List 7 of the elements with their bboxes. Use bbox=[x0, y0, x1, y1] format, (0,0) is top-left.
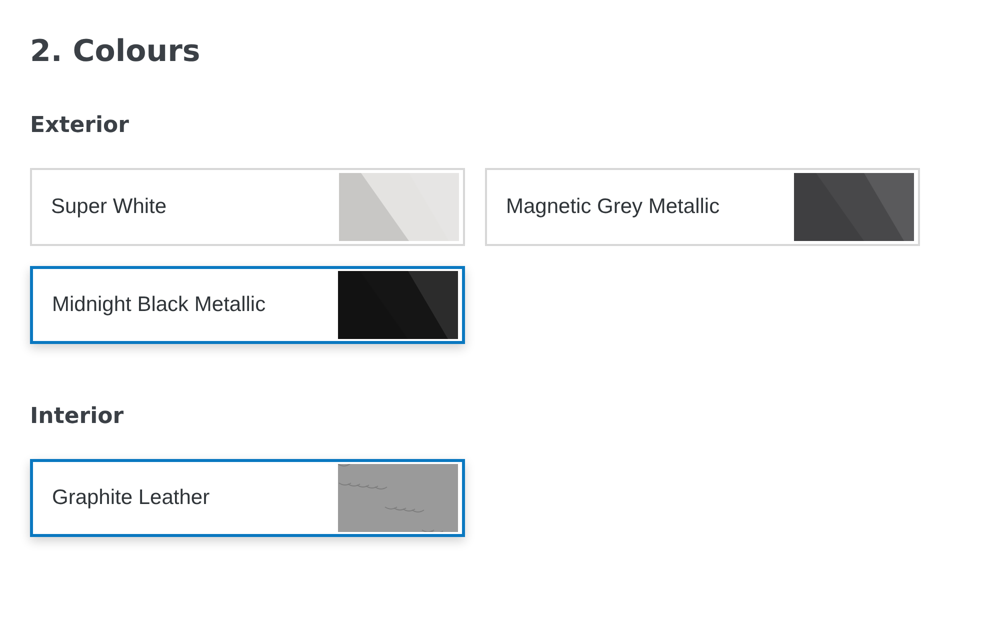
section-title: 2. Colours bbox=[30, 34, 202, 69]
colour-option[interactable]: Midnight Black Metallic bbox=[30, 266, 465, 344]
group-heading: Exterior bbox=[30, 113, 130, 138]
group-heading: Interior bbox=[30, 404, 125, 429]
colour-option[interactable]: Super White bbox=[30, 168, 465, 246]
colour-option[interactable]: Graphite Leather bbox=[30, 459, 465, 537]
colour-option[interactable]: Magnetic Grey Metallic bbox=[485, 168, 920, 246]
